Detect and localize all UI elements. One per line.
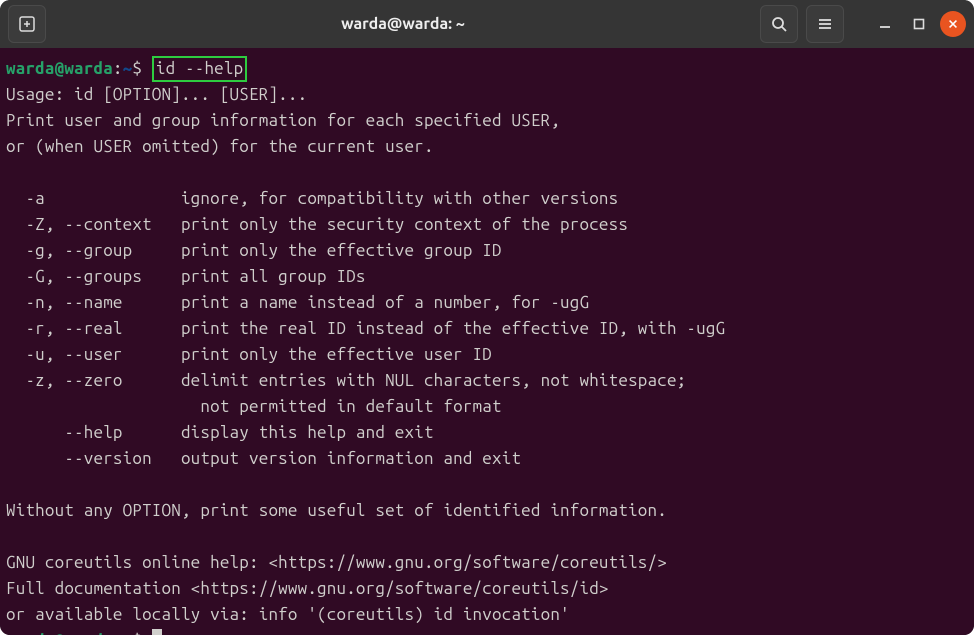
prompt-path: ~ xyxy=(123,59,133,78)
window-title: warda@warda: ~ xyxy=(54,15,752,33)
output-line: -G, --groups print all group IDs xyxy=(6,267,366,286)
new-tab-button[interactable] xyxy=(8,5,46,43)
output-line: -a ignore, for compatibility with other … xyxy=(6,189,618,208)
titlebar: warda@warda: ~ xyxy=(0,0,974,48)
output-line: -n, --name print a name instead of a num… xyxy=(6,293,589,312)
output-line: -g, --group print only the effective gro… xyxy=(6,241,502,260)
search-button[interactable] xyxy=(760,5,798,43)
close-button[interactable] xyxy=(940,11,966,37)
prompt-user: warda@warda xyxy=(6,59,113,78)
menu-button[interactable] xyxy=(806,5,844,43)
output-line: -Z, --context print only the security co… xyxy=(6,215,628,234)
output-line: or (when USER omitted) for the current u… xyxy=(6,137,434,156)
prompt-dollar: $ xyxy=(132,59,142,78)
cursor xyxy=(152,629,162,635)
output-line: --version output version information and… xyxy=(6,449,521,468)
output-line: -u, --user print only the effective user… xyxy=(6,345,492,364)
prompt-dollar: $ xyxy=(132,631,142,635)
output-line: or available locally via: info '(coreuti… xyxy=(6,605,570,624)
terminal-body[interactable]: warda@warda:~$ id --help Usage: id [OPTI… xyxy=(0,48,974,635)
output-line: -z, --zero delimit entries with NUL char… xyxy=(6,371,686,390)
output-line: not permitted in default format xyxy=(6,397,502,416)
output-line: Usage: id [OPTION]... [USER]... xyxy=(6,85,307,104)
titlebar-right xyxy=(760,5,966,43)
prompt-colon: : xyxy=(113,59,123,78)
output-line: Full documentation <https://www.gnu.org/… xyxy=(6,579,609,598)
prompt-colon: : xyxy=(113,631,123,635)
prompt-user: warda@warda xyxy=(6,631,113,635)
prompt-path: ~ xyxy=(123,631,133,635)
output-line: GNU coreutils online help: <https://www.… xyxy=(6,553,667,572)
minimize-button[interactable] xyxy=(872,11,898,37)
output-line: Without any OPTION, print some useful se… xyxy=(6,501,667,520)
command-highlight: id --help xyxy=(152,56,247,82)
output-line: Print user and group information for eac… xyxy=(6,111,560,130)
output-line: -r, --real print the real ID instead of … xyxy=(6,319,725,338)
output-line: --help display this help and exit xyxy=(6,423,434,442)
terminal-window: warda@warda: ~ xyxy=(0,0,974,635)
maximize-button[interactable] xyxy=(906,11,932,37)
